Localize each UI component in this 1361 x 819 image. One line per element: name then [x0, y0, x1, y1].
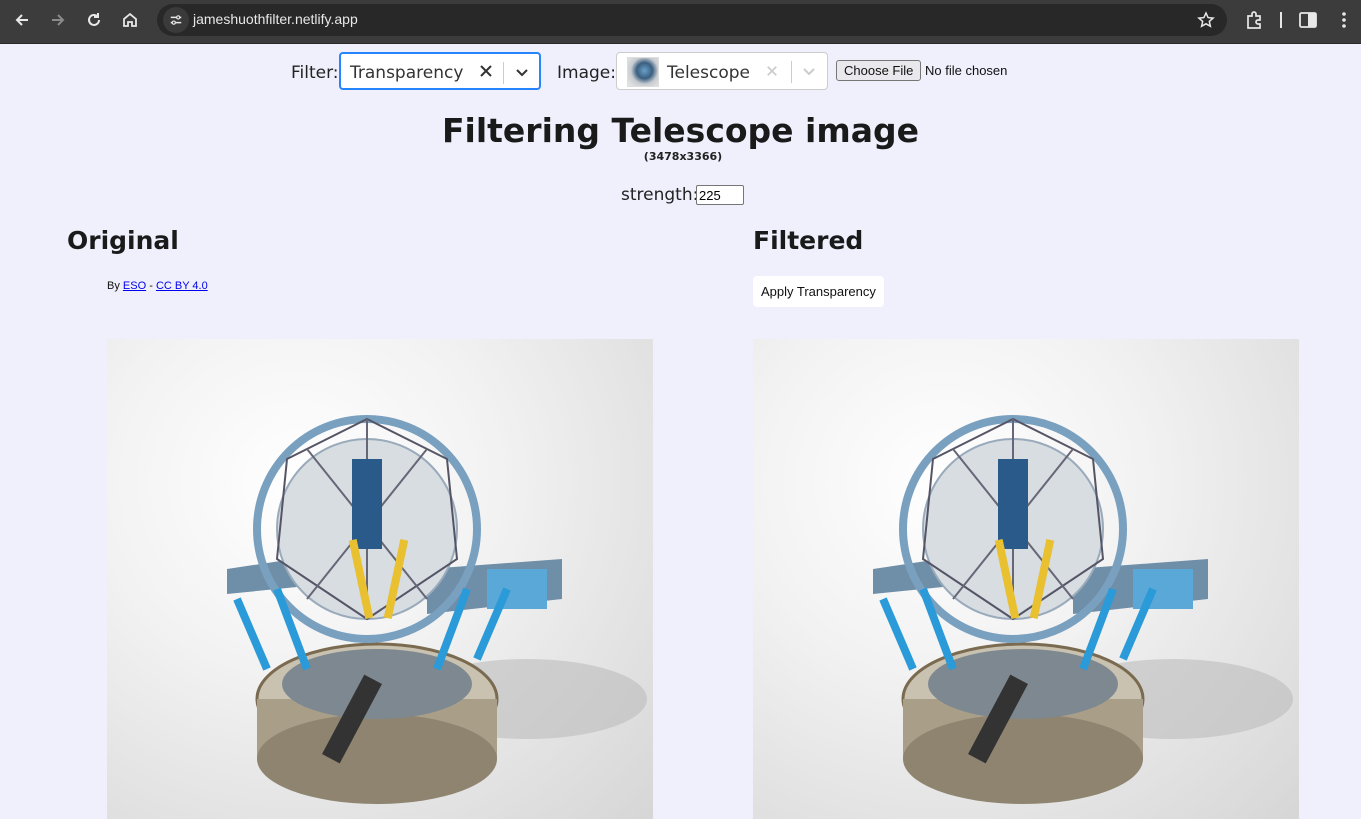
image-credit: By ESO - CC BY 4.0	[107, 280, 208, 292]
filter-select-value: Transparency	[350, 63, 464, 83]
filtered-title: Filtered	[753, 226, 864, 255]
no-file-text: No file chosen	[925, 63, 1008, 78]
forward-icon[interactable]	[44, 6, 72, 34]
strength-label: strength:	[621, 185, 699, 205]
back-icon[interactable]	[8, 6, 36, 34]
menu-icon[interactable]	[1333, 9, 1355, 31]
original-image	[107, 339, 653, 819]
clear-icon[interactable]	[766, 65, 778, 77]
credit-author-link[interactable]: ESO	[123, 280, 146, 292]
select-separator	[503, 62, 504, 84]
apply-filter-button[interactable]: Apply Transparency	[753, 276, 884, 307]
credit-by: By	[107, 280, 120, 292]
credit-license-link[interactable]: CC BY 4.0	[156, 280, 208, 292]
clear-icon[interactable]	[479, 64, 493, 78]
image-dimensions: (3478x3366)	[643, 150, 723, 163]
extensions-icon[interactable]	[1243, 9, 1265, 31]
original-title: Original	[67, 226, 179, 255]
reload-icon[interactable]	[80, 6, 108, 34]
star-icon[interactable]	[1197, 11, 1215, 29]
select-separator	[791, 61, 792, 83]
page-title: Filtering Telescope image	[441, 111, 920, 150]
image-select-value: Telescope	[667, 63, 750, 83]
chevron-down-icon[interactable]	[514, 64, 530, 80]
toolbar-divider	[1280, 12, 1282, 28]
home-icon[interactable]	[116, 6, 144, 34]
side-panel-icon[interactable]	[1297, 9, 1319, 31]
image-label: Image:	[557, 63, 616, 83]
strength-input[interactable]	[696, 185, 744, 205]
telescope-illustration	[227, 415, 647, 804]
browser-toolbar: jameshuothfilter.netlify.app	[0, 0, 1361, 44]
credit-separator: -	[149, 280, 153, 292]
telescope-thumbnail	[627, 57, 659, 87]
url-text[interactable]: jameshuothfilter.netlify.app	[193, 11, 358, 27]
site-info-icon[interactable]	[163, 7, 189, 33]
choose-file-button[interactable]: Choose File	[836, 60, 922, 81]
filter-select[interactable]: Transparency	[339, 52, 541, 90]
image-select[interactable]: Telescope	[616, 52, 828, 90]
controls-row: Filter: Transparency Image: Telescope Ch…	[0, 52, 1361, 92]
address-bar[interactable]: jameshuothfilter.netlify.app	[157, 4, 1227, 36]
telescope-illustration	[873, 415, 1293, 804]
chevron-down-icon[interactable]	[801, 63, 817, 79]
filtered-image	[753, 339, 1299, 819]
filter-label: Filter:	[291, 63, 339, 83]
